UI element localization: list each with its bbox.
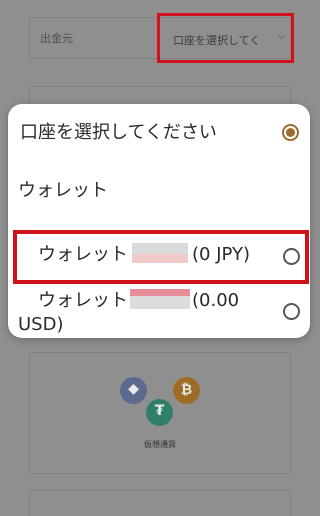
radio-unselected-icon[interactable]: [283, 303, 300, 320]
account-select-dialog: 口座を選択してください ウォレット ウォレット (0 JPY) ウォレット (0.0…: [8, 104, 310, 338]
wallet-balance: (0 JPY): [192, 244, 250, 265]
option-label: ウォレット (0.00: [38, 289, 240, 312]
tether-icon: ₮: [146, 399, 173, 426]
redacted-wallet-name: [130, 289, 190, 309]
account-select-dropdown[interactable]: 口座を選択してく: [157, 13, 294, 63]
wallet-prefix: ウォレット: [38, 290, 128, 311]
radio-selected-icon[interactable]: [282, 124, 299, 141]
option-wallet-usd[interactable]: ウォレット (0.00 USD): [8, 286, 310, 336]
option-wallet-jpy[interactable]: ウォレット (0 JPY): [8, 230, 310, 284]
crypto-payment-card[interactable]: ◆ ₿ ₮ 仮想通貨: [29, 352, 291, 474]
account-select-value: 口座を選択してく: [173, 34, 261, 47]
withdrawal-source-label: 出金元: [40, 32, 73, 45]
wallet-prefix: ウォレット: [38, 244, 128, 265]
option-label: ウォレット (0 JPY): [38, 243, 250, 266]
option-select-account[interactable]: 口座を選択してください: [8, 118, 310, 148]
wallet-balance-currency: USD): [18, 314, 64, 335]
ethereum-icon: ◆: [120, 377, 147, 404]
payment-method-card[interactable]: [29, 490, 291, 516]
wallet-balance: (0.00: [192, 290, 240, 311]
option-group-label: ウォレット: [18, 180, 108, 201]
chevron-down-icon: [277, 31, 286, 40]
radio-unselected-icon[interactable]: [283, 248, 300, 265]
crypto-card-label: 仮想通貨: [144, 440, 176, 449]
redacted-wallet-name: [132, 243, 188, 263]
bitcoin-icon: ₿: [173, 377, 200, 404]
option-group-header: ウォレット: [8, 176, 310, 206]
option-label: 口座を選択してください: [20, 122, 217, 143]
